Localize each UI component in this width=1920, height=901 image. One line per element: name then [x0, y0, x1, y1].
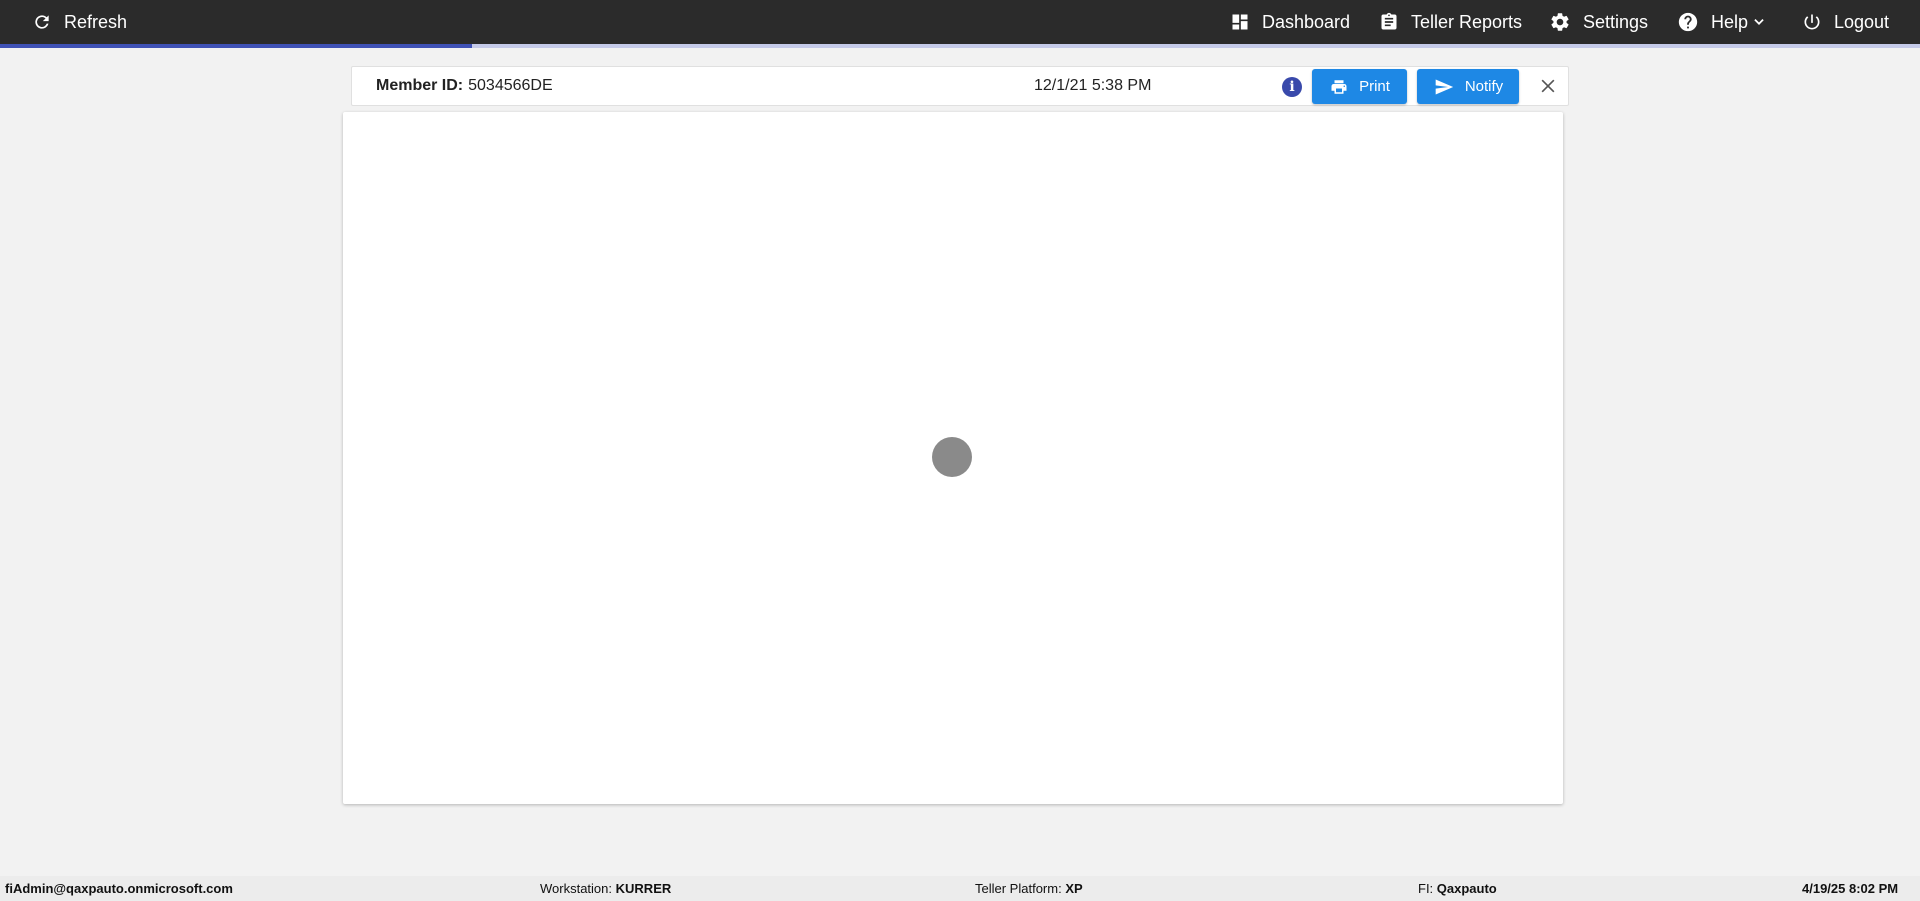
teller-platform-key: Teller Platform:	[975, 881, 1062, 896]
member-id: Member ID: 5034566DE	[376, 67, 553, 105]
loading-progress-fill	[0, 44, 473, 48]
chevron-down-icon	[1752, 15, 1766, 29]
close-icon	[1538, 79, 1558, 100]
workstation-value: KURRER	[615, 881, 672, 896]
notify-button[interactable]: Notify	[1417, 69, 1519, 104]
refresh-label: Refresh	[64, 11, 128, 32]
help-label: Help	[1711, 11, 1749, 32]
teller-reports-label: Teller Reports	[1411, 11, 1523, 32]
footer-user: fiAdmin@qaxpauto.onmicrosoft.com	[5, 881, 233, 896]
printer-icon	[1329, 78, 1359, 96]
footer-teller-platform: Teller Platform: XP	[975, 876, 1083, 901]
member-id-key: Member ID:	[376, 77, 464, 94]
document-date: 12/1/21 5:38 PM	[1034, 77, 1152, 94]
close-button[interactable]	[1538, 76, 1558, 96]
dashboard-icon	[1230, 12, 1250, 32]
help-menu-button[interactable]: Help	[1677, 0, 1766, 44]
print-button[interactable]: Print	[1312, 69, 1407, 104]
refresh-button[interactable]: Refresh	[32, 0, 127, 44]
fi-value: Qaxpauto	[1436, 881, 1497, 896]
settings-button[interactable]: Settings	[1549, 0, 1648, 44]
logout-label: Logout	[1834, 11, 1890, 32]
footer-fi: FI: Qaxpauto	[1418, 876, 1497, 901]
logout-button[interactable]: Logout	[1802, 0, 1889, 44]
notify-label: Notify	[1464, 78, 1504, 95]
send-icon	[1433, 77, 1465, 97]
member-id-value: 5034566DE	[468, 77, 553, 94]
loading-progress-bar	[0, 44, 1920, 48]
fi-key: FI:	[1418, 881, 1434, 896]
gear-icon	[1549, 11, 1571, 33]
settings-label: Settings	[1583, 11, 1649, 32]
teller-platform-value: XP	[1065, 881, 1083, 896]
document-header: Member ID: 5034566DE 12/1/21 5:38 PM i P…	[351, 66, 1569, 106]
info-icon[interactable]: i	[1282, 77, 1302, 97]
footer-workstation: Workstation: KURRER	[540, 876, 671, 901]
refresh-icon	[32, 12, 52, 32]
footer-datetime: 4/19/25 8:02 PM	[1802, 881, 1899, 896]
clipboard-icon	[1379, 11, 1399, 33]
loading-spinner	[932, 437, 972, 477]
dashboard-button[interactable]: Dashboard	[1230, 0, 1350, 44]
print-label: Print	[1359, 78, 1390, 95]
status-bar: fiAdmin@qaxpauto.onmicrosoft.com Worksta…	[0, 876, 1920, 901]
top-navigation-bar: Refresh Dashboard Teller Reports Setting…	[0, 0, 1920, 44]
teller-reports-button[interactable]: Teller Reports	[1379, 0, 1522, 44]
document-viewer	[343, 112, 1563, 804]
workstation-key: Workstation:	[540, 881, 613, 896]
dashboard-label: Dashboard	[1262, 11, 1351, 32]
help-icon	[1677, 11, 1699, 33]
power-icon	[1802, 12, 1822, 32]
